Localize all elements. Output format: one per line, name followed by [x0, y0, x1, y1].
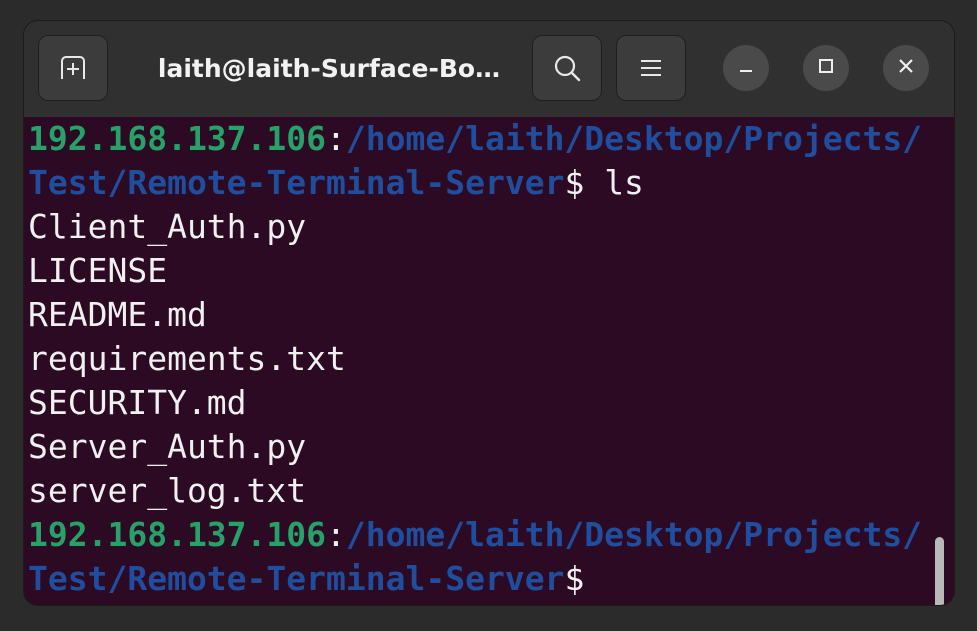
- prompt-host: 192.168.137.106: [28, 515, 327, 554]
- prompt-path: /home/laith/Desktop/Projects/: [345, 119, 923, 158]
- prompt-line: Test/Remote-Terminal-Server$ ls: [28, 161, 954, 205]
- maximize-button[interactable]: [803, 45, 849, 91]
- prompt-line: 192.168.137.106:/home/laith/Desktop/Proj…: [28, 513, 954, 557]
- search-button[interactable]: [532, 35, 602, 101]
- prompt-path: /home/laith/Desktop/Projects/: [345, 515, 923, 554]
- prompt-symbol: $: [564, 163, 605, 202]
- output-line: LICENSE: [28, 251, 168, 290]
- new-tab-button[interactable]: [38, 35, 108, 101]
- title-bar: laith@laith-Surface-Bo…: [24, 21, 954, 117]
- output-line: server_log.txt: [28, 471, 307, 510]
- minimize-icon: [738, 58, 754, 79]
- minimize-button[interactable]: [723, 45, 769, 91]
- prompt-host: 192.168.137.106: [28, 119, 327, 158]
- prompt-line: 192.168.137.106:/home/laith/Desktop/Proj…: [28, 117, 954, 161]
- close-icon: [898, 58, 914, 79]
- output-line: Client_Auth.py: [28, 207, 307, 246]
- scrollbar-thumb[interactable]: [935, 537, 944, 605]
- new-tab-icon: [58, 55, 88, 81]
- maximize-icon: [818, 58, 834, 79]
- menu-button[interactable]: [616, 35, 686, 101]
- prompt-symbol: $: [564, 559, 585, 598]
- window-title: laith@laith-Surface-Bo…: [157, 54, 501, 83]
- prompt-separator: :: [326, 119, 346, 158]
- terminal-output-area[interactable]: 192.168.137.106:/home/laith/Desktop/Proj…: [24, 117, 954, 605]
- search-icon: [552, 53, 582, 83]
- prompt-path: Test/Remote-Terminal-Server: [28, 559, 565, 598]
- output-line: Server_Auth.py: [28, 427, 307, 466]
- prompt-separator: :: [326, 515, 346, 554]
- prompt-line: Test/Remote-Terminal-Server$: [28, 557, 954, 601]
- command-text: ls: [604, 163, 644, 202]
- output-line: README.md: [28, 295, 207, 334]
- prompt-path: Test/Remote-Terminal-Server: [28, 163, 565, 202]
- output-line: SECURITY.md: [28, 383, 247, 422]
- output-line: requirements.txt: [28, 339, 346, 378]
- close-button[interactable]: [883, 45, 929, 91]
- hamburger-menu-icon: [639, 58, 663, 78]
- terminal-window: laith@laith-Surface-Bo… 192.168.137.106:…: [24, 21, 954, 605]
